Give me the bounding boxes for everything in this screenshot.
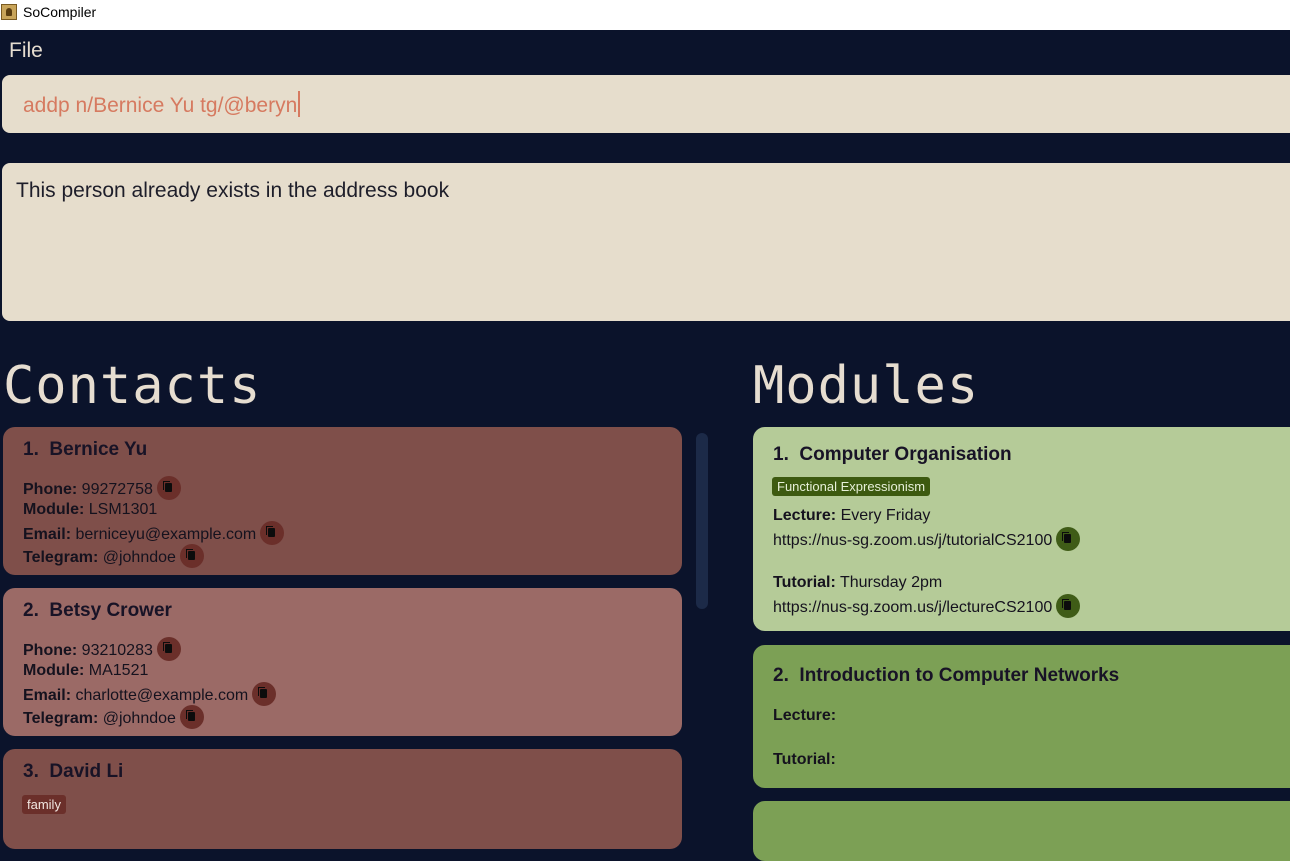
contact-name: 3. David Li bbox=[23, 761, 123, 783]
module-name-text: Computer Organisation bbox=[799, 444, 1012, 465]
contact-email: Email: berniceyu@example.com bbox=[23, 521, 285, 547]
module-lecture: Lecture: Every Friday bbox=[773, 507, 930, 525]
phone-value: 99272758 bbox=[81, 481, 153, 499]
contact-phone: Phone: 93210283 bbox=[23, 637, 181, 663]
telegram-label: Telegram: bbox=[23, 710, 99, 728]
module-tutorial: Tutorial: Thursday 2pm bbox=[773, 574, 942, 592]
contact-index: 2. bbox=[23, 600, 39, 621]
contacts-scrollbar[interactable] bbox=[696, 433, 708, 609]
phone-value: 93210283 bbox=[81, 642, 153, 660]
menu-file[interactable]: File bbox=[9, 39, 43, 63]
telegram-label: Telegram: bbox=[23, 549, 99, 567]
module-name: 1. Computer Organisation bbox=[773, 444, 1012, 466]
copy-icon[interactable] bbox=[1056, 527, 1081, 551]
module-card[interactable]: 2. Introduction to Computer Networks Lec… bbox=[753, 645, 1290, 788]
contact-email: Email: charlotte@example.com bbox=[23, 682, 277, 708]
copy-icon[interactable] bbox=[252, 682, 277, 706]
command-box[interactable]: addp n/Bernice Yu tg/@beryn bbox=[2, 75, 1290, 133]
module-lecture-link: https://nus-sg.zoom.us/j/tutorialCS2100 bbox=[773, 527, 1081, 553]
contact-card[interactable]: 1. Bernice Yu Phone: 99272758 Module: LS… bbox=[3, 427, 682, 575]
contact-index: 1. bbox=[23, 439, 39, 460]
text-caret bbox=[298, 91, 301, 117]
window-titlebar: SoCompiler bbox=[0, 0, 1290, 30]
command-input[interactable]: addp n/Bernice Yu tg/@beryn bbox=[23, 91, 301, 118]
app-icon bbox=[1, 4, 17, 20]
tutorial-label: Tutorial: bbox=[773, 574, 836, 591]
copy-icon[interactable] bbox=[179, 544, 204, 568]
lecture-label: Lecture: bbox=[773, 507, 837, 524]
module-value: MA1521 bbox=[88, 662, 149, 679]
email-value: berniceyu@example.com bbox=[75, 526, 257, 544]
contact-name-text: Bernice Yu bbox=[49, 439, 148, 460]
lecture-label: Lecture: bbox=[773, 707, 837, 724]
modules-heading: Modules bbox=[753, 356, 980, 416]
module-name-text: Introduction to Computer Networks bbox=[799, 665, 1120, 686]
copy-icon[interactable] bbox=[179, 705, 204, 729]
lecture-value: Every Friday bbox=[840, 507, 931, 524]
contact-index: 3. bbox=[23, 761, 39, 782]
module-label: Module: bbox=[23, 501, 85, 518]
contact-name-text: David Li bbox=[49, 761, 124, 782]
module-tutorial-link: https://nus-sg.zoom.us/j/lectureCS2100 bbox=[773, 594, 1081, 620]
module-label: Module: bbox=[23, 662, 85, 679]
contact-telegram: Telegram: @johndoe bbox=[23, 544, 204, 570]
contact-name: 1. Bernice Yu bbox=[23, 439, 147, 461]
contact-card[interactable]: 2. Betsy Crower Phone: 93210283 Module: … bbox=[3, 588, 682, 736]
copy-icon[interactable] bbox=[1056, 594, 1081, 618]
telegram-value: @johndoe bbox=[102, 710, 176, 728]
copy-icon[interactable] bbox=[156, 637, 181, 661]
contact-name: 2. Betsy Crower bbox=[23, 600, 172, 622]
email-value: charlotte@example.com bbox=[75, 687, 249, 705]
window-title: SoCompiler bbox=[23, 4, 97, 20]
contact-tag: family bbox=[22, 795, 66, 814]
tutorial-label: Tutorial: bbox=[773, 751, 836, 768]
tutorial-link: https://nus-sg.zoom.us/j/lectureCS2100 bbox=[773, 599, 1053, 617]
module-tutorial: Tutorial: bbox=[773, 751, 836, 769]
module-lecture: Lecture: bbox=[773, 707, 836, 725]
contact-module: Module: LSM1301 bbox=[23, 501, 157, 519]
contact-telegram: Telegram: @johndoe bbox=[23, 705, 204, 731]
module-tag: Functional Expressionism bbox=[772, 477, 931, 496]
command-input-text: addp n/Bernice Yu tg/@beryn bbox=[23, 94, 298, 117]
contact-phone: Phone: 99272758 bbox=[23, 476, 181, 502]
telegram-value: @johndoe bbox=[102, 549, 176, 567]
phone-label: Phone: bbox=[23, 481, 78, 499]
email-label: Email: bbox=[23, 687, 72, 705]
contacts-heading: Contacts bbox=[3, 356, 262, 416]
module-name: 2. Introduction to Computer Networks bbox=[773, 665, 1119, 687]
module-card[interactable] bbox=[753, 801, 1290, 861]
module-index: 1. bbox=[773, 444, 789, 465]
contact-module: Module: MA1521 bbox=[23, 662, 148, 680]
phone-label: Phone: bbox=[23, 642, 78, 660]
copy-icon[interactable] bbox=[156, 476, 181, 500]
module-value: LSM1301 bbox=[88, 501, 158, 518]
email-label: Email: bbox=[23, 526, 72, 544]
contact-card[interactable]: 3. David Li family bbox=[3, 749, 682, 849]
copy-icon[interactable] bbox=[260, 521, 285, 545]
module-card[interactable]: 1. Computer Organisation Functional Expr… bbox=[753, 427, 1290, 631]
contact-name-text: Betsy Crower bbox=[49, 600, 172, 621]
module-index: 2. bbox=[773, 665, 789, 686]
lecture-link: https://nus-sg.zoom.us/j/tutorialCS2100 bbox=[773, 532, 1053, 550]
result-display: This person already exists in the addres… bbox=[2, 163, 1290, 321]
tutorial-value: Thursday 2pm bbox=[839, 574, 943, 591]
result-message: This person already exists in the addres… bbox=[16, 179, 450, 202]
